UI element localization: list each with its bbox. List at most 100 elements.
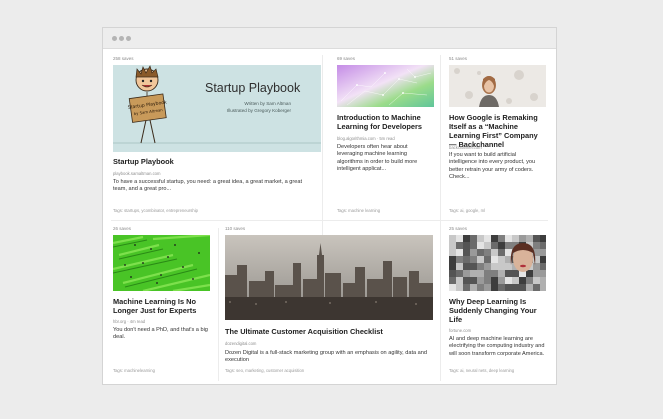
card-thumbnail[interactable] xyxy=(225,235,433,320)
mosaic-tile xyxy=(526,284,533,291)
mosaic-tile xyxy=(491,256,498,263)
mosaic-tile xyxy=(498,256,505,263)
card-source: backchannel.com xyxy=(449,145,482,150)
mosaic-tile xyxy=(470,249,477,256)
card-deep-learning[interactable]: 25 saves Why Deep Learning Is Suddenly C… xyxy=(449,226,549,382)
mosaic-tile xyxy=(512,277,519,284)
mosaic-tile xyxy=(463,270,470,277)
card-source: hbr.org · 4m read xyxy=(113,319,146,324)
card-thumbnail[interactable] xyxy=(449,65,546,107)
mosaic-tile xyxy=(449,277,456,284)
card-tags: Tags: startups, ycombinator, entrepreneu… xyxy=(113,208,198,213)
mosaic-tile xyxy=(470,284,477,291)
mosaic-tile xyxy=(449,284,456,291)
close-window-dot[interactable] xyxy=(112,36,117,41)
mosaic-tile xyxy=(477,284,484,291)
mosaic-tile xyxy=(463,249,470,256)
minimize-window-dot[interactable] xyxy=(119,36,124,41)
mosaic-tile xyxy=(463,277,470,284)
card-thumbnail[interactable] xyxy=(113,235,210,291)
lips-shape xyxy=(520,264,526,268)
mosaic-tile xyxy=(526,270,533,277)
mosaic-tile xyxy=(533,277,540,284)
mosaic-tile xyxy=(449,249,456,256)
mosaic-tile xyxy=(456,284,463,291)
mosaic-tile xyxy=(491,235,498,242)
card-title[interactable]: How Google is Remaking Itself as a “Mach… xyxy=(449,113,547,149)
mosaic-tile xyxy=(456,270,463,277)
svg-text:Written by Sam Altman: Written by Sam Altman xyxy=(244,101,291,106)
card-description: You don't need a PhD, and that's a big d… xyxy=(113,327,208,341)
svg-text:Illustrated by Gregory Koberge: Illustrated by Gregory Koberger xyxy=(227,108,292,113)
mosaic-tile xyxy=(470,242,477,249)
mosaic-tile xyxy=(519,277,526,284)
mosaic-tile xyxy=(477,249,484,256)
save-count: 110 saves xyxy=(225,226,246,231)
card-tags: Tags: machine learning xyxy=(337,208,381,213)
mosaic-tile xyxy=(484,242,491,249)
save-count: 258 saves xyxy=(113,56,134,61)
card-tags: Tags: ai, neural nets, deep learning xyxy=(449,368,515,373)
mosaic-tile xyxy=(505,249,512,256)
card-thumbnail[interactable]: Startup Playbook by Sam Altman Startup P… xyxy=(113,65,321,152)
mosaic-tile xyxy=(491,270,498,277)
mosaic-tile xyxy=(540,242,546,249)
mosaic-tile xyxy=(477,277,484,284)
card-title[interactable]: Why Deep Learning Is Suddenly Changing Y… xyxy=(449,297,547,324)
mosaic-tile xyxy=(470,235,477,242)
card-startup-playbook[interactable]: 258 saves Startup Playbook by Sam Altman xyxy=(113,56,323,221)
mosaic-tile xyxy=(498,249,505,256)
city-skyline-image xyxy=(225,235,433,320)
maximize-window-dot[interactable] xyxy=(126,36,131,41)
mosaic-tile xyxy=(533,284,540,291)
card-tags: Tags: seo, marketing, customer acquisiti… xyxy=(225,368,305,373)
mosaic-tile xyxy=(491,284,498,291)
mosaic-tile xyxy=(540,270,546,277)
card-title[interactable]: Startup Playbook xyxy=(113,157,318,166)
mosaic-tile xyxy=(456,277,463,284)
card-source: dozendigital.com xyxy=(225,341,257,346)
mosaic-tile xyxy=(491,277,498,284)
mosaic-tile xyxy=(463,284,470,291)
column-divider xyxy=(440,55,441,381)
card-thumbnail[interactable] xyxy=(449,235,546,291)
mosaic-tile xyxy=(484,270,491,277)
mosaic-tile xyxy=(477,235,484,242)
card-google-machine-learning[interactable]: 51 saves How Google is Remaking Itself a… xyxy=(449,56,549,221)
mosaic-tile xyxy=(533,235,540,242)
mosaic-tile xyxy=(470,270,477,277)
mosaic-tile xyxy=(533,263,540,270)
mosaic-tile xyxy=(540,235,546,242)
mosaic-tile xyxy=(456,235,463,242)
circuit-image xyxy=(337,65,434,107)
mosaic-tile xyxy=(540,263,546,270)
card-description: Dozen Digital is a full-stack marketing … xyxy=(225,350,427,364)
mosaic-tile xyxy=(498,284,505,291)
mosaic-tile xyxy=(463,235,470,242)
mosaic-tile xyxy=(519,284,526,291)
card-ml-for-everyone[interactable]: 26 saves Machine Learning Is No Longer J… xyxy=(113,226,215,382)
mosaic-tile xyxy=(491,263,498,270)
card-thumbnail[interactable] xyxy=(337,65,434,107)
mosaic-tile xyxy=(533,242,540,249)
mosaic-tile xyxy=(484,284,491,291)
mosaic-tile xyxy=(540,277,546,284)
mosaic-tile xyxy=(505,277,512,284)
card-source: fortune.com xyxy=(449,328,472,333)
card-title[interactable]: The Ultimate Customer Acquisition Checkl… xyxy=(225,327,435,336)
mosaic-tile xyxy=(498,263,505,270)
mosaic-tile xyxy=(477,263,484,270)
mosaic-tile xyxy=(484,235,491,242)
card-intro-machine-learning[interactable]: 69 saves Introduction to Machine Learnin… xyxy=(337,56,437,221)
card-description: AI and deep machine learning are electri… xyxy=(449,336,545,357)
mosaic-tile xyxy=(533,270,540,277)
card-title[interactable]: Machine Learning Is No Longer Just for E… xyxy=(113,297,213,315)
card-customer-acquisition[interactable]: 110 saves The Ultimate Customer Acquisit… xyxy=(225,226,437,382)
mosaic-tile xyxy=(463,242,470,249)
mosaic-tile xyxy=(477,256,484,263)
save-count: 69 saves xyxy=(337,56,356,61)
save-count: 25 saves xyxy=(449,226,468,231)
mosaic-tile xyxy=(463,256,470,263)
mosaic-tile xyxy=(456,249,463,256)
card-title[interactable]: Introduction to Machine Learning for Dev… xyxy=(337,113,435,131)
